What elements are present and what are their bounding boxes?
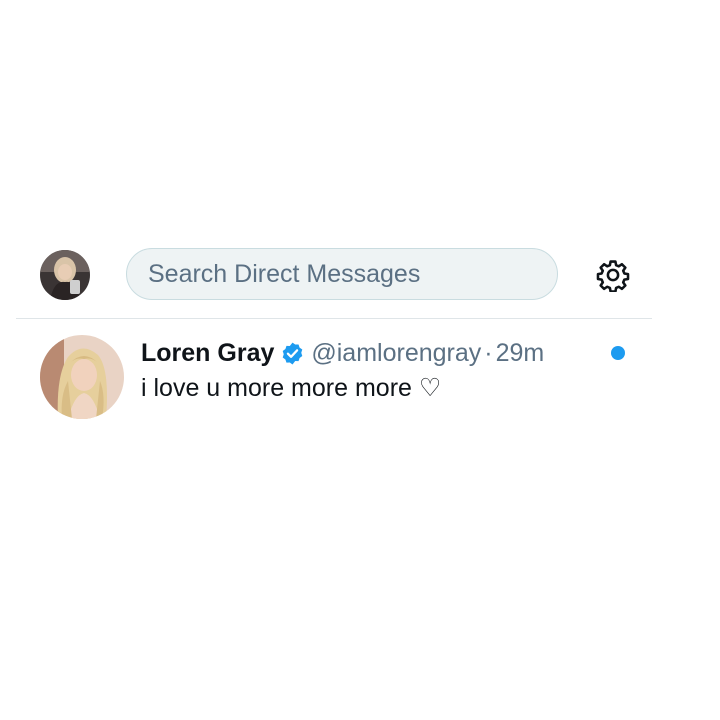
search-field[interactable] <box>126 248 558 300</box>
gear-icon[interactable] <box>596 258 630 293</box>
unread-indicator <box>611 346 625 360</box>
page: Loren Gray @iamlorengray · 29m i love u … <box>0 0 720 720</box>
contact-avatar[interactable] <box>40 335 124 419</box>
search-input[interactable] <box>146 258 557 290</box>
conversation-item[interactable]: Loren Gray @iamlorengray · 29m i love u … <box>16 319 652 429</box>
user-avatar[interactable] <box>40 250 90 300</box>
verified-badge-icon <box>280 341 305 366</box>
message-preview: i love u more more more ♡ <box>141 374 442 402</box>
message-timestamp: 29m <box>495 339 545 367</box>
conversation-header: Loren Gray @iamlorengray · 29m <box>141 339 544 368</box>
user-handle: @iamlorengray <box>311 339 482 367</box>
contact-avatar-image <box>40 335 124 419</box>
meta-separator: · <box>484 339 493 367</box>
display-name: Loren Gray <box>141 339 275 367</box>
messages-panel: Loren Gray @iamlorengray · 29m i love u … <box>16 185 652 460</box>
user-avatar-image <box>40 250 90 300</box>
